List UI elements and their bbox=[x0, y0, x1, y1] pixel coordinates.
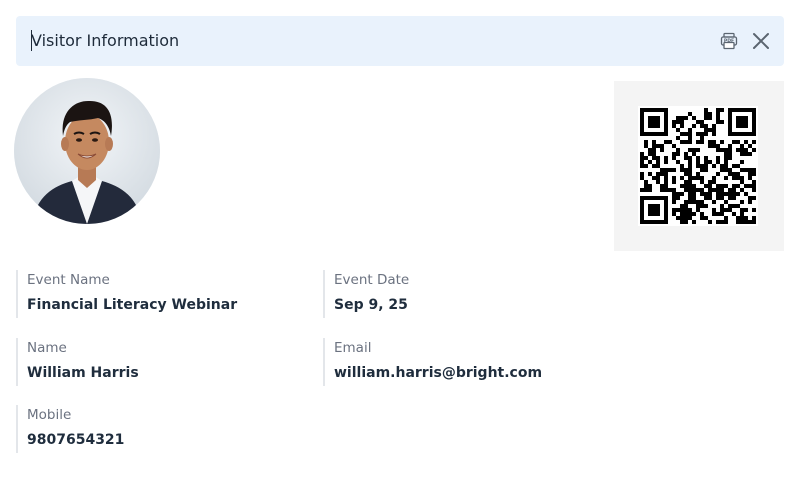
close-icon bbox=[753, 33, 769, 49]
pdf-download-button[interactable]: PDF bbox=[716, 28, 742, 54]
name-field: Name William Harris bbox=[16, 338, 317, 386]
qr-code-frame bbox=[638, 106, 758, 226]
event-date-field: Event Date Sep 9, 25 bbox=[323, 270, 624, 318]
avatar-photo bbox=[14, 78, 160, 224]
mobile-value: 9807654321 bbox=[27, 432, 125, 448]
event-name-field: Event Name Financial Literacy Webinar bbox=[16, 270, 317, 318]
event-name-value: Financial Literacy Webinar bbox=[27, 297, 238, 313]
email-label: Email bbox=[334, 340, 372, 356]
mobile-label: Mobile bbox=[27, 407, 72, 423]
name-value: William Harris bbox=[27, 365, 139, 381]
dialog-header: Visitor Information PDF bbox=[16, 16, 784, 66]
qr-code bbox=[640, 108, 756, 224]
event-name-label: Event Name bbox=[27, 272, 110, 288]
name-label: Name bbox=[27, 340, 67, 356]
visitor-avatar bbox=[14, 78, 160, 224]
qr-code-panel bbox=[614, 81, 784, 251]
email-value: william.harris@bright.com bbox=[334, 365, 543, 381]
email-field: Email william.harris@bright.com bbox=[323, 338, 624, 386]
mobile-field: Mobile 9807654321 bbox=[16, 405, 317, 453]
event-date-value: Sep 9, 25 bbox=[334, 297, 408, 313]
svg-text:PDF: PDF bbox=[724, 38, 734, 44]
event-date-label: Event Date bbox=[334, 272, 410, 288]
pdf-download-icon: PDF bbox=[720, 32, 738, 50]
dialog-title: Visitor Information bbox=[31, 31, 180, 50]
close-button[interactable] bbox=[748, 28, 774, 54]
